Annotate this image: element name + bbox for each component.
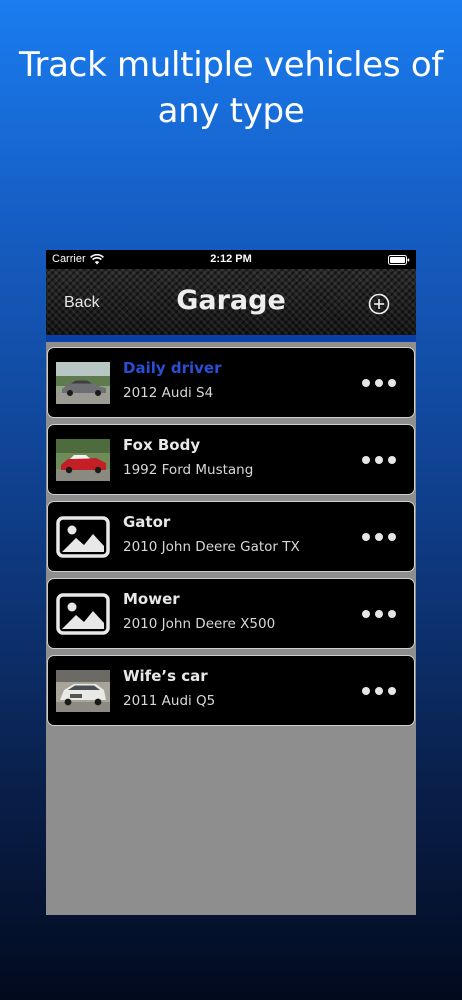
vehicle-list: Daily driver 2012 Audi S4 Fox Body 1992 … [46,342,416,726]
vehicle-name: Wife’s car [123,667,208,685]
add-vehicle-icon[interactable] [368,293,390,315]
page-title: Garage [176,285,286,316]
vehicle-model: 2011 Audi Q5 [123,693,216,709]
headline: Track multiple vehicles of any type [18,45,443,131]
vehicle-row-daily-driver[interactable]: Daily driver 2012 Audi S4 [47,347,415,418]
more-options-icon[interactable] [361,377,397,389]
vehicle-name: Mower [123,590,180,608]
more-options-icon[interactable] [361,454,397,466]
vehicle-model: 2012 Audi S4 [123,385,214,401]
phone-screen: Carrier 2:12 PM Back Garage Daily driver… [46,250,416,915]
vehicle-photo-white-suv [56,670,110,712]
vehicle-row-gator[interactable]: Gator 2010 John Deere Gator TX [47,501,415,572]
more-options-icon[interactable] [361,685,397,697]
status-bar: Carrier 2:12 PM [46,250,416,269]
vehicle-name: Daily driver [123,359,222,377]
vehicle-name: Gator [123,513,171,531]
vehicle-row-fox-body[interactable]: Fox Body 1992 Ford Mustang [47,424,415,495]
vehicle-row-mower[interactable]: Mower 2010 John Deere X500 [47,578,415,649]
image-placeholder-icon [56,593,110,635]
vehicle-photo-silver-sedan [56,362,110,404]
vehicle-name: Fox Body [123,436,201,454]
more-options-icon[interactable] [361,531,397,543]
battery-icon [388,255,410,265]
image-placeholder-icon [56,516,110,558]
vehicle-photo-red-convertible [56,439,110,481]
status-time: 2:12 PM [210,253,252,265]
vehicle-row-wifes-car[interactable]: Wife’s car 2011 Audi Q5 [47,655,415,726]
navigation-bar: Back Garage [46,269,416,342]
more-options-icon[interactable] [361,608,397,620]
vehicle-model: 2010 John Deere Gator TX [123,539,300,555]
vehicle-model: 1992 Ford Mustang [123,462,254,478]
vehicle-model: 2010 John Deere X500 [123,616,276,632]
